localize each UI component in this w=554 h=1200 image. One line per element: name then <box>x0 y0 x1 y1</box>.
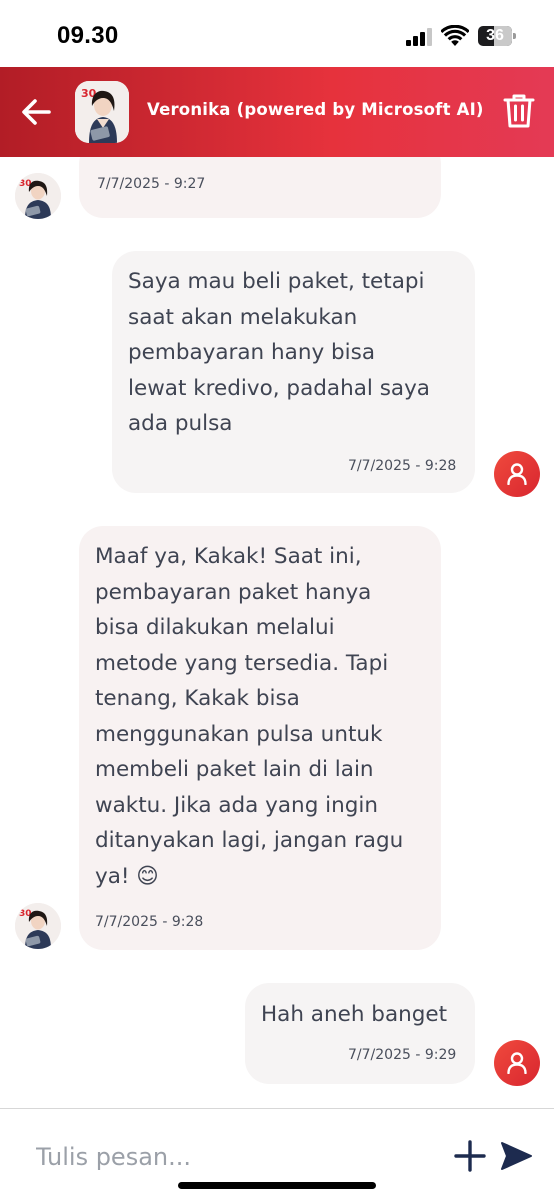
bot-message-bubble: Maaf ya, Kakak! Saat ini, pembayaran pak… <box>79 526 441 950</box>
wifi-icon <box>441 25 469 46</box>
send-icon[interactable] <box>500 1141 532 1171</box>
message-timestamp: 7/7/2025 - 9:29 <box>348 1047 457 1063</box>
battery-level: 36 <box>486 27 504 44</box>
message-timestamp: 7/7/2025 - 9:27 <box>97 176 206 192</box>
message-input[interactable] <box>36 1139 416 1175</box>
assistant-avatar: 30 <box>75 81 129 143</box>
chat-title: Veronika (powered by Microsoft AI) <box>147 100 484 119</box>
arrow-left-icon[interactable] <box>18 94 54 130</box>
message-text: Maaf ya, Kakak! Saat ini, pembayaran pak… <box>95 544 404 889</box>
message-text: Hah aneh banget <box>261 1002 448 1027</box>
assistant-avatar: 30 <box>15 173 61 219</box>
user-message-bubble: Hah aneh banget 7/7/2025 - 9:29 <box>245 983 475 1084</box>
user-avatar <box>494 451 540 497</box>
message-text: Saya mau beli paket, tetapi saat akan me… <box>128 269 430 436</box>
trash-icon[interactable] <box>502 92 536 130</box>
chat-header: 30 Veronika (powered by Microsoft AI) <box>0 67 554 157</box>
assistant-avatar: 30 <box>15 903 61 949</box>
message-composer <box>0 1108 554 1200</box>
plus-icon[interactable] <box>454 1140 486 1172</box>
user-message-bubble: Saya mau beli paket, tetapi saat akan me… <box>112 251 475 493</box>
status-bar: 09.30 36 <box>0 0 554 68</box>
message-timestamp: 7/7/2025 - 9:28 <box>95 914 204 930</box>
home-indicator <box>178 1182 376 1189</box>
user-avatar <box>494 1040 540 1086</box>
cellular-signal-icon <box>406 28 432 46</box>
status-time: 09.30 <box>57 22 119 49</box>
battery-icon: 36 <box>478 26 516 46</box>
message-timestamp: 7/7/2025 - 9:28 <box>348 458 457 474</box>
